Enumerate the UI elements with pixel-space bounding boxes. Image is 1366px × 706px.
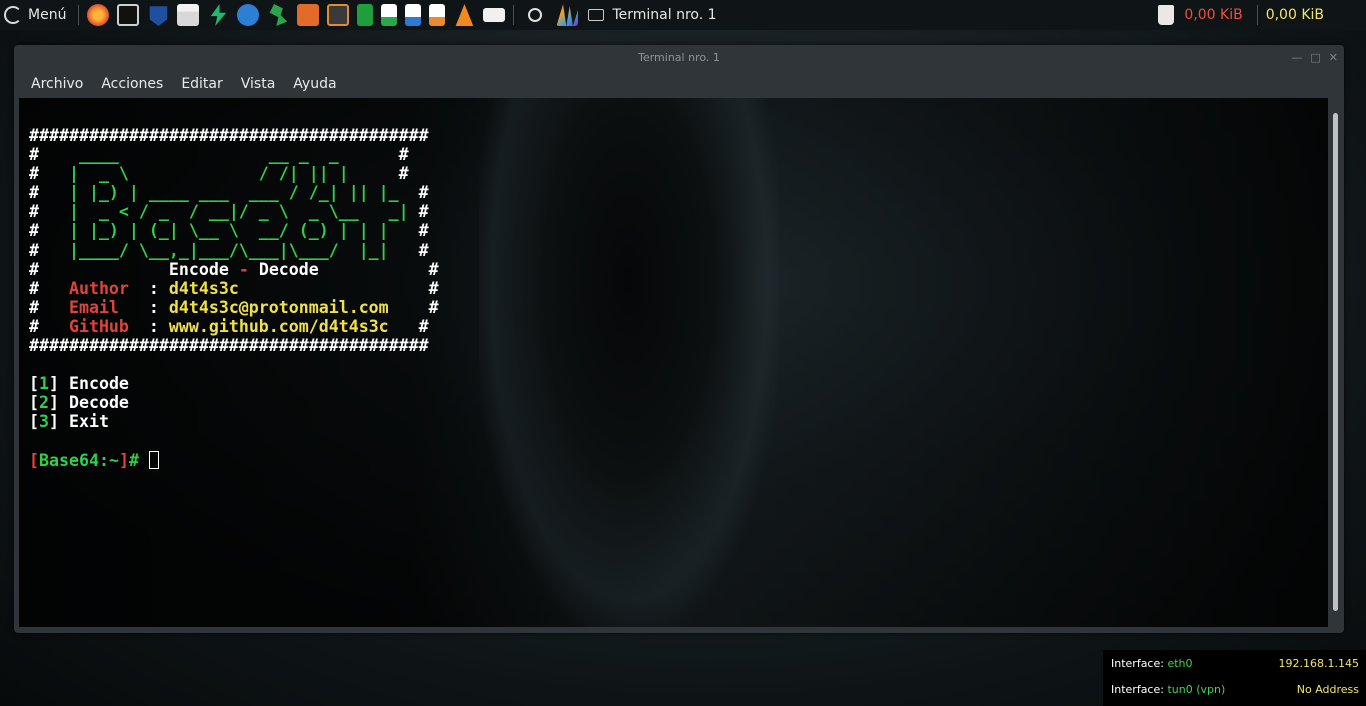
interface-row-eth0: Interface: eth0 192.168.1.145 bbox=[1111, 657, 1359, 671]
docs-icon[interactable] bbox=[405, 4, 422, 26]
email-value: d4t4s3c@protonmail.com bbox=[168, 297, 389, 317]
interface-ip: No Address bbox=[1296, 683, 1359, 696]
banner-art-line: |____/ \__,_|___/\___|\___/ |_| bbox=[58, 240, 419, 260]
banner-art-line: | |_) | (_| \__ \ __/ (_) | | | bbox=[58, 221, 419, 241]
prompt-path: :~ bbox=[98, 450, 119, 470]
app-menu-button[interactable]: Menú bbox=[0, 0, 74, 30]
app-menu-label: Menú bbox=[28, 7, 67, 23]
taskbar-separator bbox=[78, 5, 80, 25]
option-number: 1 bbox=[39, 374, 49, 394]
prompt-symbol: # bbox=[128, 450, 139, 470]
taskbar-separator bbox=[513, 5, 515, 25]
window-title: Terminal nro. 1 bbox=[638, 51, 720, 64]
taskbar-terminal-task[interactable]: Terminal nro. 1 bbox=[588, 7, 717, 23]
maximize-icon[interactable]: □ bbox=[1310, 45, 1320, 71]
window-titlebar[interactable]: Terminal nro. 1 — □ ✕ bbox=[14, 45, 1344, 71]
zap-icon[interactable] bbox=[210, 4, 227, 26]
wallpaper-hood bbox=[479, 98, 779, 627]
trash-icon[interactable] bbox=[1158, 5, 1175, 25]
search-icon[interactable] bbox=[528, 8, 543, 22]
interface-name: eth0 bbox=[1167, 657, 1193, 670]
email-label: Email bbox=[68, 297, 119, 317]
text-cursor bbox=[148, 450, 159, 469]
color-picker-icon[interactable] bbox=[556, 4, 579, 26]
banner-art-line: ____ __ _ _ bbox=[58, 145, 379, 165]
terminal-output: ########################################… bbox=[29, 126, 439, 470]
window-icon bbox=[588, 9, 605, 21]
files-icon[interactable] bbox=[177, 4, 200, 26]
subtitle-dash: - bbox=[238, 259, 249, 279]
close-icon[interactable]: ✕ bbox=[1329, 45, 1338, 71]
writer-icon[interactable] bbox=[381, 4, 398, 26]
vlc-icon[interactable] bbox=[455, 4, 474, 26]
debian-logo-icon bbox=[4, 6, 22, 24]
menu-archivo[interactable]: Archivo bbox=[31, 76, 83, 92]
interface-label: Interface: bbox=[1111, 683, 1168, 696]
camera-icon[interactable] bbox=[483, 8, 506, 22]
metasploit-icon[interactable] bbox=[149, 6, 168, 26]
net-up-rate: 0,00 KiB bbox=[1265, 7, 1324, 23]
github-label: GitHub bbox=[68, 316, 129, 336]
banner-art-line: | _ < / _ / __|/ _ \ _ \__ _| bbox=[58, 202, 419, 222]
burp-icon[interactable] bbox=[297, 4, 320, 26]
wireshark-icon[interactable] bbox=[237, 4, 260, 26]
minimize-icon[interactable]: — bbox=[1291, 45, 1302, 71]
impress-icon[interactable] bbox=[429, 4, 446, 26]
lizard-icon[interactable] bbox=[269, 4, 288, 26]
interface-ip: 192.168.1.145 bbox=[1278, 657, 1359, 670]
calc-sheet-icon[interactable] bbox=[357, 4, 374, 26]
network-monitor-widget: Interface: eth0 192.168.1.145 Interface:… bbox=[1103, 650, 1366, 706]
taskbar-separator bbox=[1256, 5, 1258, 25]
interface-row-tun0: Interface: tun0 (vpn) No Address bbox=[1111, 683, 1359, 697]
terminal-area[interactable]: ########################################… bbox=[19, 98, 1328, 627]
interface-name: tun0 (vpn) bbox=[1167, 683, 1226, 696]
banner-border: ######################################## bbox=[29, 126, 429, 145]
option-decode: Decode bbox=[68, 393, 129, 413]
menu-acciones[interactable]: Acciones bbox=[101, 76, 163, 92]
banner-border: ######################################## bbox=[29, 336, 429, 356]
taskbar: Menú Terminal nro. 1 0,00 KiB 0,00 KiB bbox=[0, 0, 1366, 30]
option-exit: Exit bbox=[68, 412, 109, 432]
menu-vista[interactable]: Vista bbox=[241, 76, 276, 92]
net-down-rate: 0,00 KiB bbox=[1184, 7, 1243, 23]
sublime-icon[interactable] bbox=[327, 4, 350, 26]
github-value: www.github.com/d4t4s3c bbox=[168, 316, 389, 336]
option-number: 2 bbox=[39, 393, 49, 413]
author-value: d4t4s3c bbox=[168, 278, 239, 298]
banner-art-line: | _ \ / /| || | bbox=[58, 164, 379, 184]
menubar: Archivo Acciones Editar Vista Ayuda bbox=[14, 71, 1344, 97]
menu-ayuda[interactable]: Ayuda bbox=[293, 76, 336, 92]
subtitle-decode: Decode bbox=[258, 259, 319, 279]
firefox-icon[interactable] bbox=[87, 4, 110, 26]
menu-editar[interactable]: Editar bbox=[181, 76, 222, 92]
scrollbar[interactable] bbox=[1333, 113, 1338, 611]
terminal-icon[interactable] bbox=[117, 4, 140, 26]
interface-label: Interface: bbox=[1111, 657, 1168, 670]
author-label: Author bbox=[68, 278, 129, 298]
task-title: Terminal nro. 1 bbox=[612, 7, 717, 23]
subtitle-encode: Encode bbox=[168, 259, 229, 279]
terminal-window: Terminal nro. 1 — □ ✕ Archivo Acciones E… bbox=[14, 45, 1344, 633]
prompt-name: Base64 bbox=[39, 450, 99, 470]
banner-art-line: | |_) | ____ ___ ___ / /_| || |_ bbox=[58, 183, 419, 203]
option-number: 3 bbox=[39, 412, 49, 432]
option-encode: Encode bbox=[68, 374, 129, 394]
